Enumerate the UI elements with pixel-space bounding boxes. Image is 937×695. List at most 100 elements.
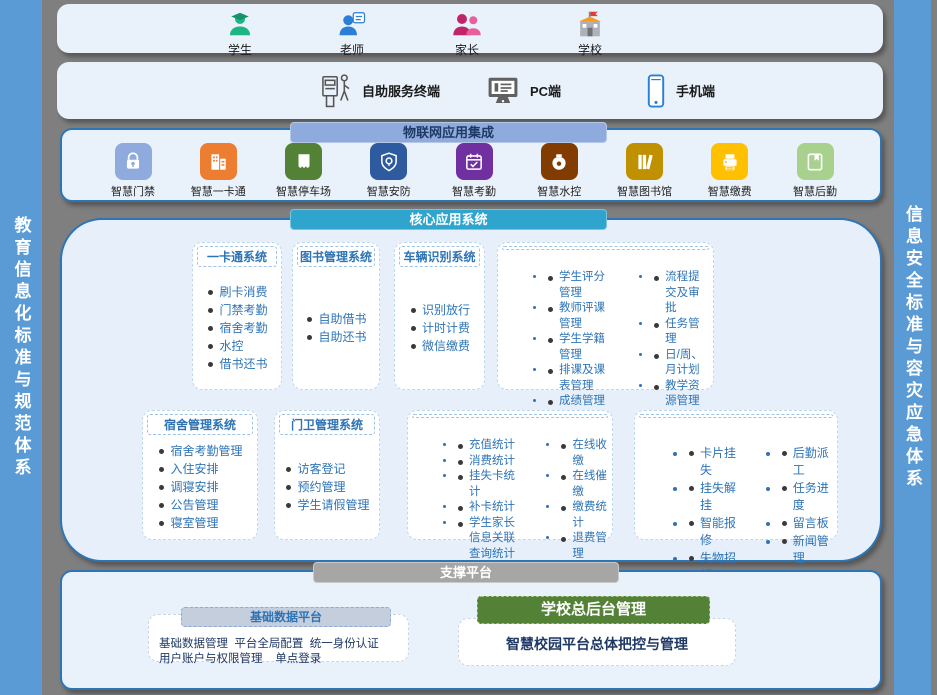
box-title: 宿舍管理系统 [147,414,253,435]
iot-label: 智慧水控 [537,183,581,199]
iot-label: 智慧停车场 [276,183,331,199]
teacher-icon [337,9,367,39]
core-list-item: 计时计费 [409,320,470,337]
iot-label: 智慧后勤 [793,183,837,199]
pc-icon [485,75,521,107]
core-list-item: 调寝安排 [157,479,242,496]
iot-item-logistics: 智慧后勤 [776,143,854,199]
right-standards-label: 信息安全标准与容灾应急体系 [900,205,925,491]
library-books-icon [626,143,663,180]
core-list-item: 访客登记 [284,461,369,478]
iot-item-one-card: 智慧一卡通 [179,143,257,199]
parents-icon [452,9,482,39]
core-list-item: 学生评分管理 [546,270,612,301]
core-list-item: 补卡统计 [456,500,519,516]
core-list-item: 借书还书 [206,356,267,373]
school-icon [574,9,606,39]
core-list-item: 宿舍考勤 [206,320,267,337]
core-list-item: 留言板 [780,515,835,532]
school-admin-description: 智慧校园平台总体把控与管理 [506,634,688,654]
one-card-icon [200,143,237,180]
core-list-item: 在线催缴 [559,469,610,500]
core-list-item: 预约管理 [284,479,369,496]
core-box-vehicle-system: 车辆识别系统 识别放行计时计费微信缴费 [394,242,485,390]
payment-icon [711,143,748,180]
box-list: 访客登记预约管理学生请假管理 [284,460,369,515]
base-platform-line2: 用户账户与权限管理 单点登录 [159,652,408,667]
core-list-item: 门禁考勤 [206,302,267,319]
core-list-item: 教学资源管理 [652,379,711,410]
logistics-icon [797,143,834,180]
terminal-label: 手机端 [676,81,715,100]
iot-label: 智慧安防 [367,183,411,199]
box-title: 车辆识别系统 [399,246,480,267]
user-item-parent: 家长 [434,9,500,58]
terminal-label: 自助服务终端 [362,81,440,100]
core-list-item: 成绩管理 [546,394,612,410]
core-list-item: 新闻管理 [780,533,835,567]
right-standards-bar: 信息安全标准与容灾应急体系 [894,0,931,695]
box-list: 卡片挂失挂失解挂智能报修失物招领 [647,444,740,585]
core-list-item: 后勤派工 [780,445,835,479]
left-standards-label: 教育信息化标准与规范体系 [9,216,34,480]
core-list-item: 在线收缴 [559,438,610,469]
box-list: 自助借书自助还书 [305,310,366,347]
terminal-item-pc: PC端 [485,62,561,119]
student-icon [225,9,255,39]
core-list-item: 微信缴费 [409,338,470,355]
iot-item-library: 智慧图书馆 [606,143,684,199]
base-platform-line1: 基础数据管理 平台全局配置 统一身份认证 [159,637,408,652]
terminal-item-kiosk: 自助服务终端 [319,62,440,119]
iot-item-payment: 智慧缴费 [691,143,769,199]
core-list-item: 公告管理 [157,497,242,514]
attendance-calendar-icon [456,143,493,180]
base-data-platform-banner: 基础数据平台 [181,607,391,627]
core-list-item: 排课及课表管理 [546,363,612,394]
core-list-item: 学生学籍管理 [546,332,612,363]
user-label: 家长 [455,41,479,58]
box-list: 识别放行计时计费微信缴费 [409,301,470,356]
box-title: 图书管理系统 [297,246,375,267]
user-item-school: 学校 [557,9,623,58]
core-list-item: 学生请假管理 [284,497,369,514]
iot-item-security: 智慧安防 [350,143,428,199]
security-shield-icon [370,143,407,180]
core-list-item: 流程提交及审批 [652,270,711,317]
core-list-item: 自助借书 [305,311,366,328]
core-list-item: 日/周、月计划 [652,348,711,379]
smart-campus-architecture-diagram: 教育信息化标准与规范体系 信息安全标准与容灾应急体系 学生 老师 家长 [0,0,937,695]
box-list: 宿舍考勤管理入住安排调寝安排公告管理寝室管理 [157,442,242,533]
water-control-icon [541,143,578,180]
user-label: 学生 [228,41,252,58]
school-admin-box: 智慧校园平台总体把控与管理 [458,618,736,666]
user-item-student: 学生 [207,9,273,58]
door-access-icon [115,143,152,180]
users-panel: 学生 老师 家长 学校 [57,4,883,53]
core-list-item: 刷卡消费 [206,284,267,301]
box-list: 刷卡消费门禁考勤宿舍考勤水控借书还书 [206,283,267,374]
core-list-item: 挂失解挂 [687,480,740,514]
core-box-gate-system: 门卫管理系统 访客登记预约管理学生请假管理 [274,410,380,540]
core-box-edu-admin-system: 教务管理系统 学生评分管理教师评课管理学生学籍管理排课及课表管理成绩管理学生信息… [497,242,714,390]
core-list-item: 自助还书 [305,329,366,346]
user-label: 学校 [578,41,602,58]
core-list-item: 退费管理 [559,531,610,562]
left-standards-bar: 教育信息化标准与规范体系 [0,0,42,695]
core-list-item: 挂失卡统计 [456,469,519,500]
core-list-item: 学生家长信息关联查询统计 [456,516,519,563]
terminal-item-mobile: 手机端 [645,62,715,119]
iot-section-banner: 物联网应用集成 [290,122,607,143]
terminal-label: PC端 [530,81,561,100]
support-section-banner: 支撑平台 [313,562,619,583]
kiosk-icon [319,72,353,110]
core-list-item: 入住安排 [157,461,242,478]
iot-label: 智慧缴费 [708,183,752,199]
core-list-item: 充值统计 [456,438,519,454]
user-label: 老师 [340,41,364,58]
core-list-item: 教师评课管理 [546,301,612,332]
box-title: 门卫管理系统 [279,414,375,435]
core-list-item: 识别放行 [409,302,470,319]
iot-label: 智慧图书馆 [617,183,672,199]
core-list-item: 宿舍考勤管理 [157,443,242,460]
core-list-item: 卡片挂失 [687,445,740,479]
